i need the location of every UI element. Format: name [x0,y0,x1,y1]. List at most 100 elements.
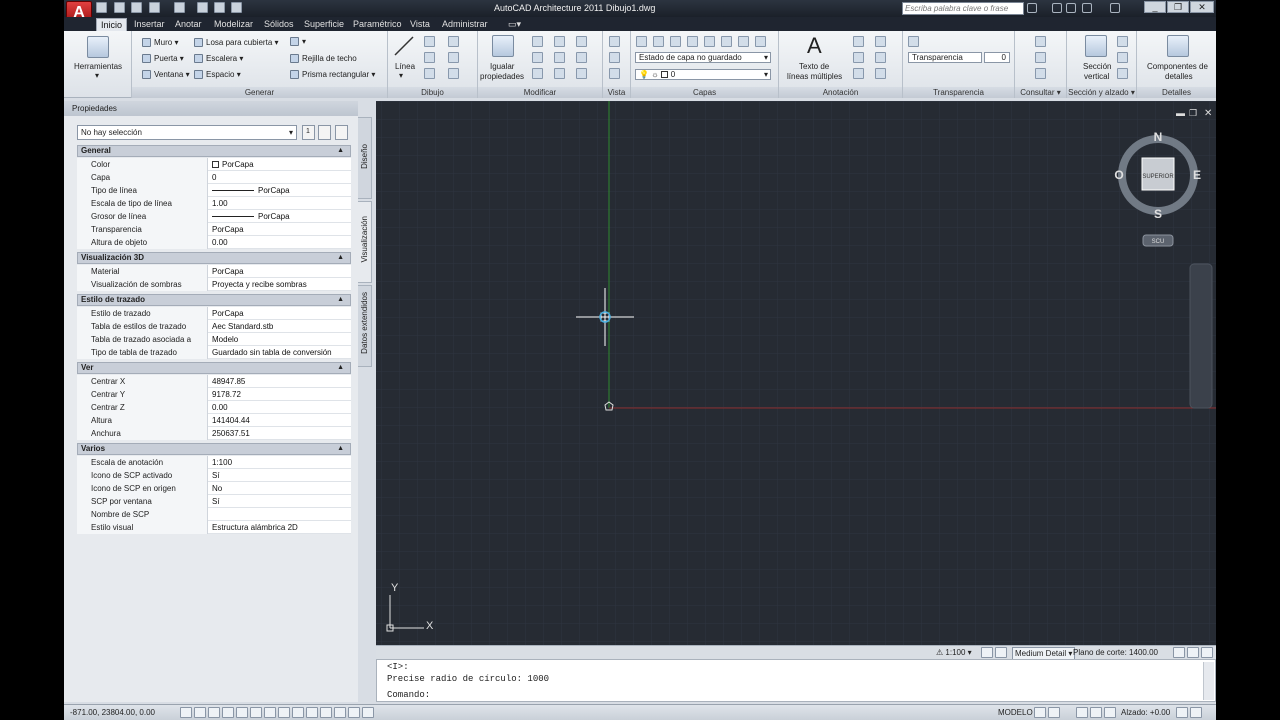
copy-icon[interactable] [532,52,543,63]
detail-components-icon[interactable] [1167,35,1189,57]
prisma-button[interactable]: Prisma rectangular ▾ [290,69,375,80]
close-button[interactable]: ✕ [1190,1,1214,13]
property-row[interactable]: Material PorCapa [77,265,351,278]
hatch-icon[interactable] [448,68,459,79]
ortho-mode-icon[interactable] [222,707,234,718]
losa-button[interactable]: Losa para cubierta ▾ [194,37,279,48]
section-icon[interactable] [1085,35,1107,57]
property-row[interactable]: Nombre de SCP [77,508,351,521]
panel-title-generar[interactable]: Generar [132,87,387,98]
toggle-pickadd-button[interactable]: 1 [302,125,315,140]
print-icon[interactable] [197,2,208,13]
panel-title-modificar[interactable]: Modificar [478,87,602,98]
tab-superficie[interactable]: Superficie [300,18,348,31]
texto-label-2[interactable]: líneas múltiples [787,71,842,82]
transparency-icon[interactable] [908,36,919,47]
elevation-icon[interactable] [1117,36,1128,47]
panel-title-detalles[interactable]: Detalles [1137,87,1216,98]
property-row[interactable]: Icono de SCP en origen No [77,482,351,495]
property-value[interactable]: Modelo [212,333,238,346]
pan-zoom-icon[interactable] [1076,707,1088,718]
zoom-icon[interactable] [609,52,620,63]
rejilla-button[interactable]: Rejilla de techo [290,53,357,64]
layer-icon[interactable] [721,36,732,47]
property-row[interactable]: Visualización de sombras Proyecta y recib… [77,278,351,291]
drawing-canvas[interactable]: ▬ ❐ ✕ SUPERIOR N S E O SCU Y X [376,101,1216,645]
view-icon[interactable] [609,36,620,47]
area-icon[interactable] [1035,52,1046,63]
ribbon-minimize-icon[interactable]: ▭▾ [504,18,525,31]
tag-icon[interactable] [853,68,864,79]
annotation-autoscale-icon[interactable] [995,647,1007,658]
property-row[interactable]: Color PorCapa [77,158,351,171]
layer-combo[interactable]: 💡 ☼ 0 ▾ [635,69,771,80]
detalles-label[interactable]: detalles [1165,71,1193,82]
navigation-bar[interactable] [1189,263,1213,409]
property-value[interactable]: 0.00 [212,236,228,249]
propiedades-label[interactable]: propiedades [480,71,524,82]
layer-state-combo[interactable]: Estado de capa no guardado ▾ [635,52,771,63]
stretch-icon[interactable] [532,68,543,79]
collapse-icon[interactable]: ▲ [337,444,344,454]
polygon-icon[interactable] [424,68,435,79]
property-section-header[interactable]: Ver ▲ [77,362,351,374]
fillet-icon[interactable] [576,52,587,63]
object-snap-icon[interactable] [250,707,262,718]
annotation-scale[interactable]: ⚠ 1:100 ▾ [936,647,972,658]
match-properties-icon[interactable] [214,2,225,13]
layer-icon[interactable] [755,36,766,47]
tab-parametrico[interactable]: Paramétrico [349,18,406,31]
rotate-icon[interactable] [554,36,565,47]
scale-icon[interactable] [554,68,565,79]
grid-button[interactable]: ▾ [290,36,306,47]
model-space-toggle[interactable]: MODELO [998,707,1033,718]
tab-solidos[interactable]: Sólidos [260,18,298,31]
lock-icon[interactable] [1104,707,1116,718]
property-section-header[interactable]: Visualización 3D ▲ [77,252,351,264]
tab-inicio[interactable]: Inicio [96,18,128,31]
escalera-button[interactable]: Escalera ▾ [194,53,243,64]
layer-icon[interactable] [738,36,749,47]
selection-cycling-icon[interactable] [362,707,374,718]
trim-icon[interactable] [576,36,587,47]
circle-icon[interactable] [424,52,435,63]
property-row[interactable]: Tipo de línea PorCapa [77,184,351,197]
subscription-icon[interactable] [1052,3,1062,13]
property-value[interactable]: PorCapa [212,307,244,320]
3d-object-snap-icon[interactable] [264,707,276,718]
property-row[interactable]: Altura de objeto 0.00 [77,236,351,249]
viewport-controls[interactable]: ▬ ❐ ✕ [1176,108,1212,119]
text-icon[interactable]: A [807,34,822,58]
property-row[interactable]: Centrar Y 9178.72 [77,388,351,401]
panel-title-vista[interactable]: Vista [603,87,630,98]
save-icon[interactable] [131,2,142,13]
quick-view-icon[interactable] [1048,707,1060,718]
snap-mode-icon[interactable] [194,707,206,718]
redo-icon[interactable] [174,2,185,13]
layout-icon[interactable] [1034,707,1046,718]
collapse-icon[interactable]: ▲ [337,146,344,156]
property-row[interactable]: Transparencia PorCapa [77,223,351,236]
property-row[interactable]: SCP por ventana Sí [77,495,351,508]
communication-icon[interactable] [1066,3,1076,13]
property-row[interactable]: Grosor de línea PorCapa [77,210,351,223]
property-row[interactable]: Tipo de tabla de trazado Guardado sin tab… [77,346,351,359]
dimension-icon[interactable] [875,36,886,47]
clean-screen-icon[interactable] [1190,707,1202,718]
panel-title-anotacion[interactable]: Anotación [779,87,902,98]
panel-title-seccion[interactable]: Sección y alzado ▾ [1067,87,1136,98]
dimension-icon[interactable] [853,36,864,47]
ventana-button[interactable]: Ventana ▾ [142,69,190,80]
property-value[interactable]: PorCapa [212,223,244,236]
selection-combo[interactable]: No hay selección ▾ [77,125,297,140]
property-row[interactable]: Anchura 250637.51 [77,427,351,440]
property-value[interactable]: PorCapa [212,265,244,278]
pan-icon[interactable] [609,68,620,79]
surface-hatch-icon[interactable] [1173,647,1185,658]
layer-properties-icon[interactable] [636,36,647,47]
line-icon[interactable] [392,34,416,58]
isolate-objects-icon[interactable] [1176,707,1188,718]
polyline-icon[interactable] [424,36,435,47]
property-value[interactable]: Sí [212,469,220,482]
property-section-header[interactable]: Varios ▲ [77,443,351,455]
